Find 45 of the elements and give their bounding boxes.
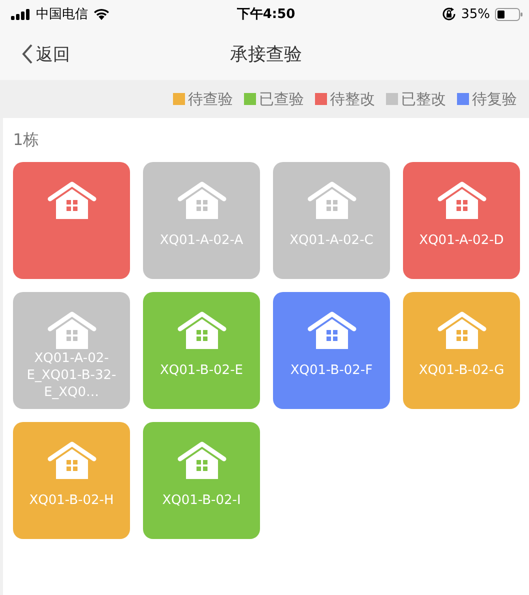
rotation-lock-icon (442, 7, 456, 21)
battery-percent: 35% (461, 6, 490, 22)
room-label: XQ01-B-02-H (28, 492, 115, 509)
page-title: 承接查验 (230, 43, 302, 66)
back-button[interactable]: 返回 (3, 42, 70, 66)
room-label: XQ01-B-02-I (161, 492, 242, 509)
house-icon (46, 310, 96, 350)
legend-label: 已查验 (259, 90, 304, 108)
room-tile[interactable]: XQ01-B-02-E (143, 292, 260, 409)
house-icon (176, 180, 226, 220)
legend-label: 待复验 (472, 90, 517, 108)
room-tile[interactable]: XQ01-B-02-G (403, 292, 520, 409)
legend-label: 待整改 (330, 90, 375, 108)
room-tile[interactable]: XQ01-A-02-E_XQ01-B-32-E_XQ0… (13, 292, 130, 409)
room-label: XQ01-B-02-G (418, 362, 506, 379)
room-label: XQ01-A-02-C (288, 232, 374, 249)
legend-label: 已整改 (401, 90, 446, 108)
house-icon (46, 180, 96, 220)
house-icon (436, 310, 486, 350)
room-tile[interactable]: XQ01-A-02-A (143, 162, 260, 279)
room-label: XQ01-A-02-E_XQ01-B-32-E_XQ0… (26, 350, 118, 401)
room-label: XQ01-B-02-E (159, 362, 244, 379)
house-icon (46, 440, 96, 480)
room-tile[interactable] (13, 162, 130, 279)
building-title: 1栋 (13, 130, 40, 151)
room-tile[interactable]: XQ01-A-02-C (273, 162, 390, 279)
room-tile[interactable]: XQ01-A-02-D (403, 162, 520, 279)
battery-icon (495, 8, 523, 20)
house-icon (306, 180, 356, 220)
house-icon (306, 310, 356, 350)
house-icon (176, 440, 226, 480)
house-icon (436, 180, 486, 220)
carrier-name: 中国电信 (36, 6, 88, 23)
wifi-icon (93, 8, 110, 20)
room-tile[interactable]: XQ01-B-02-I (143, 422, 260, 539)
signal-icon (11, 8, 31, 20)
status-time: 下午4:50 (236, 6, 296, 23)
room-tile[interactable]: XQ01-B-02-H (13, 422, 130, 539)
room-label: XQ01-A-02-D (418, 232, 505, 249)
room-label: XQ01-A-02-A (158, 232, 244, 249)
legend-label: 待查验 (188, 90, 233, 108)
room-tile[interactable]: XQ01-B-02-F (273, 292, 390, 409)
house-icon (176, 310, 226, 350)
chevron-icon (22, 44, 33, 64)
room-label: XQ01-B-02-F (289, 362, 374, 379)
